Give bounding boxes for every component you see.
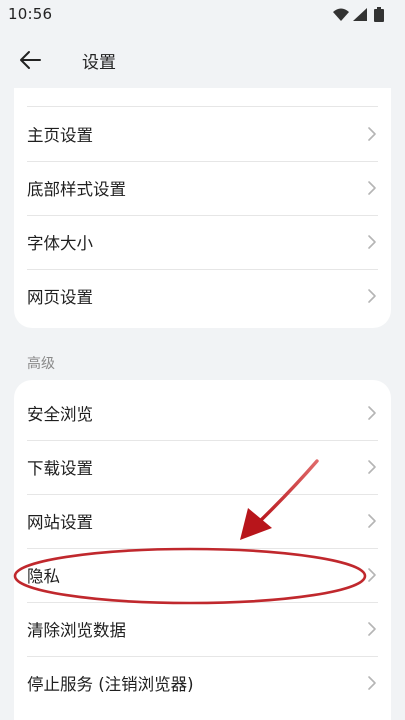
advanced-item-label: 清除浏览数据 (27, 621, 126, 640)
signal-icon (353, 8, 367, 21)
chevron-right-icon (368, 181, 376, 195)
advanced-item-label: 下载设置 (27, 459, 93, 478)
advanced-item-safe-browsing[interactable]: 安全浏览 (14, 386, 391, 440)
advanced-card: 安全浏览 下载设置 网站设置 隐私 清除浏览数据 停止服务 (注销浏览器) (14, 380, 391, 720)
advanced-item-label: 隐私 (27, 567, 60, 586)
status-time: 10:56 (8, 5, 53, 23)
arrow-left-icon (20, 51, 41, 69)
settings-item-webpage[interactable]: 网页设置 (14, 269, 391, 323)
settings-item-label: 底部样式设置 (27, 180, 126, 199)
advanced-item-label: 安全浏览 (27, 405, 93, 424)
settings-card: 主页设置 底部样式设置 字体大小 网页设置 (14, 88, 391, 328)
status-icons-svg (333, 7, 384, 22)
status-bar: 10:56 (0, 0, 405, 30)
chevron-right-icon (368, 514, 376, 528)
chevron-right-icon (368, 460, 376, 474)
wifi-icon (333, 8, 349, 21)
advanced-item-site-settings[interactable]: 网站设置 (14, 494, 391, 548)
settings-item-label: 主页设置 (27, 126, 93, 145)
settings-item-label: 网页设置 (27, 288, 93, 307)
advanced-item-clear-data[interactable]: 清除浏览数据 (14, 602, 391, 656)
section-header-advanced: 高级 (27, 356, 55, 372)
settings-item-homepage[interactable]: 主页设置 (14, 107, 391, 161)
advanced-item-label: 停止服务 (注销浏览器) (27, 675, 194, 694)
status-icons (331, 6, 395, 24)
chevron-right-icon (368, 622, 376, 636)
advanced-item-privacy[interactable]: 隐私 (14, 548, 391, 602)
settings-item-font-size[interactable]: 字体大小 (14, 215, 391, 269)
chevron-right-icon (368, 568, 376, 582)
advanced-item-stop-service[interactable]: 停止服务 (注销浏览器) (14, 656, 391, 710)
app-bar: 设置 (0, 30, 405, 88)
advanced-item-label: 网站设置 (27, 513, 93, 532)
back-button[interactable] (10, 42, 50, 78)
chevron-right-icon (368, 235, 376, 249)
settings-item-bottom-style[interactable]: 底部样式设置 (14, 161, 391, 215)
chevron-right-icon (368, 406, 376, 420)
page-title: 设置 (82, 53, 116, 73)
settings-screen: 10:56 设置 主页设置 底部样式设置 字体大小 网页设置 高级 安全浏览 下… (0, 0, 405, 720)
chevron-right-icon (368, 676, 376, 690)
chevron-right-icon (368, 127, 376, 141)
chevron-right-icon (368, 289, 376, 303)
battery-icon (374, 7, 384, 22)
advanced-item-download[interactable]: 下载设置 (14, 440, 391, 494)
settings-item-label: 字体大小 (27, 234, 93, 253)
